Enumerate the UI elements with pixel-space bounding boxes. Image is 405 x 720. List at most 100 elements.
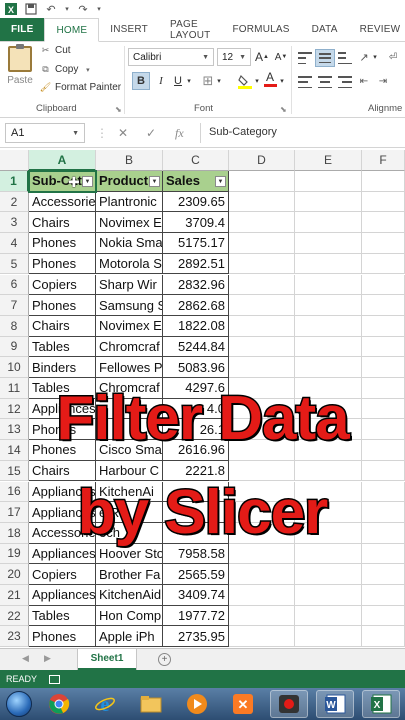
cut-button[interactable]: ✂ Cut <box>40 45 71 56</box>
table-cell[interactable]: Samsung S <box>96 295 163 316</box>
row-header[interactable]: 19 <box>0 543 29 565</box>
tab-formulas[interactable]: FORMULAS <box>221 18 300 41</box>
row-header[interactable]: 8 <box>0 315 29 337</box>
table-cell[interactable]: 5083.96 <box>163 357 229 378</box>
align-middle-button[interactable] <box>315 49 335 67</box>
fill-color-dropdown-icon[interactable]: ▾ <box>254 72 260 90</box>
table-cell[interactable]: 3409.74 <box>163 585 229 606</box>
select-all-corner[interactable] <box>0 150 29 171</box>
column-header-a[interactable]: A <box>29 150 96 171</box>
add-sheet-button[interactable]: + <box>158 653 171 666</box>
table-cell[interactable]: Chromcraf <box>96 336 163 358</box>
table-cell[interactable]: Phones <box>29 253 96 275</box>
table-cell[interactable]: 2832.96 <box>163 274 229 296</box>
clipboard-launcher-icon[interactable]: ⬊ <box>115 104 122 114</box>
table-cell[interactable]: 1822.08 <box>163 315 229 337</box>
font-color-dropdown-icon[interactable]: ▾ <box>279 72 285 90</box>
empty-cell[interactable] <box>229 336 295 358</box>
grow-font-button[interactable]: A ▲ <box>255 48 269 66</box>
table-cell[interactable]: Plantronic <box>96 191 163 213</box>
table-cell[interactable]: Novimex E <box>96 212 163 234</box>
empty-cell[interactable] <box>362 315 405 337</box>
macro-record-icon[interactable] <box>49 674 61 684</box>
chrome-icon[interactable] <box>40 690 78 718</box>
align-top-icon[interactable] <box>298 52 312 64</box>
name-box[interactable]: A1 ▼ <box>5 123 85 143</box>
empty-cell[interactable] <box>362 233 405 254</box>
row-header[interactable]: 5 <box>0 253 29 275</box>
table-cell[interactable]: Chairs <box>29 315 96 337</box>
empty-cell[interactable] <box>229 585 295 606</box>
table-cell[interactable]: Nokia Sma <box>96 233 163 254</box>
align-center-icon[interactable] <box>318 76 332 88</box>
media-player-icon[interactable] <box>178 690 216 718</box>
copy-dropdown-icon[interactable]: ▾ <box>82 64 93 75</box>
empty-cell[interactable] <box>362 336 405 358</box>
filter-dropdown-icon[interactable]: ▼ <box>82 176 93 187</box>
row-header[interactable]: 9 <box>0 336 29 358</box>
tab-data[interactable]: DATA <box>301 18 349 41</box>
font-launcher-icon[interactable]: ⬊ <box>280 104 287 114</box>
borders-icon[interactable]: ⊞ <box>200 72 216 90</box>
redo-icon[interactable]: ↷ <box>76 2 90 16</box>
column-header-e[interactable]: E <box>295 150 362 171</box>
file-explorer-icon[interactable] <box>132 690 170 718</box>
table-cell[interactable]: 5175.17 <box>163 233 229 254</box>
empty-cell[interactable] <box>229 605 295 627</box>
row-header[interactable]: 2 <box>0 191 29 213</box>
drag-handle-icon[interactable]: ⋮ <box>96 126 108 140</box>
row-header[interactable]: 23 <box>0 626 29 648</box>
screen-recorder-icon[interactable] <box>270 690 308 718</box>
row-header[interactable]: 21 <box>0 585 29 606</box>
table-cell[interactable]: 5244.84 <box>163 336 229 358</box>
tab-home[interactable]: HOME <box>44 18 100 42</box>
empty-cell[interactable] <box>229 626 295 648</box>
align-right-icon[interactable] <box>338 76 352 88</box>
enter-icon[interactable]: ✓ <box>146 126 156 140</box>
empty-cell[interactable] <box>295 191 362 213</box>
row-header[interactable]: 1 <box>0 171 29 192</box>
table-cell[interactable]: 1977.72 <box>163 605 229 627</box>
empty-cell[interactable] <box>362 585 405 606</box>
orientation-icon[interactable]: ↗ <box>356 48 372 66</box>
italic-button[interactable]: I <box>153 72 169 90</box>
start-button-icon[interactable] <box>6 691 32 717</box>
underline-dropdown-icon[interactable]: ▾ <box>186 72 192 90</box>
empty-cell[interactable] <box>295 274 362 296</box>
sheet-next-icon[interactable]: ▶ <box>44 653 51 664</box>
empty-cell[interactable] <box>362 274 405 296</box>
empty-cell[interactable] <box>229 233 295 254</box>
undo-icon[interactable]: ↶ <box>44 2 58 16</box>
table-cell[interactable]: Tables <box>29 605 96 627</box>
empty-cell[interactable] <box>229 315 295 337</box>
sheet-prev-icon[interactable]: ◀ <box>22 653 29 664</box>
empty-cell[interactable] <box>362 295 405 316</box>
empty-cell[interactable] <box>295 585 362 606</box>
empty-cell[interactable] <box>295 605 362 627</box>
increase-indent-icon[interactable]: ⇥ <box>375 72 391 90</box>
font-name-select[interactable]: Calibri ▼ <box>128 48 214 66</box>
table-cell[interactable]: 2892.51 <box>163 253 229 275</box>
table-cell[interactable]: Brother Fa <box>96 564 163 585</box>
orientation-dropdown-icon[interactable]: ▾ <box>372 48 378 66</box>
empty-cell[interactable] <box>362 253 405 275</box>
undo-dropdown-icon[interactable]: ▾ <box>64 2 70 16</box>
font-size-select[interactable]: 12 ▼ <box>217 48 251 66</box>
table-cell[interactable]: Sharp Wir <box>96 274 163 296</box>
xampp-icon[interactable]: ✕ <box>224 690 262 718</box>
empty-cell[interactable] <box>362 626 405 648</box>
column-header-b[interactable]: B <box>96 150 163 171</box>
row-header[interactable]: 15 <box>0 460 29 482</box>
shrink-font-button[interactable]: A ▼ <box>274 48 288 66</box>
table-cell[interactable]: Appliances <box>29 585 96 606</box>
tab-page-layout[interactable]: PAGE LAYOUT <box>159 18 221 41</box>
table-header-cell[interactable]: Sales ▼ <box>163 171 229 192</box>
font-color-button[interactable]: A <box>262 70 278 88</box>
row-header[interactable]: 4 <box>0 233 29 254</box>
row-header[interactable]: 10 <box>0 357 29 378</box>
table-cell[interactable]: Binders <box>29 357 96 378</box>
borders-dropdown-icon[interactable]: ▾ <box>216 72 222 90</box>
empty-cell[interactable] <box>295 171 362 192</box>
column-header-f[interactable]: F <box>362 150 405 171</box>
tab-insert[interactable]: INSERT <box>99 18 159 41</box>
